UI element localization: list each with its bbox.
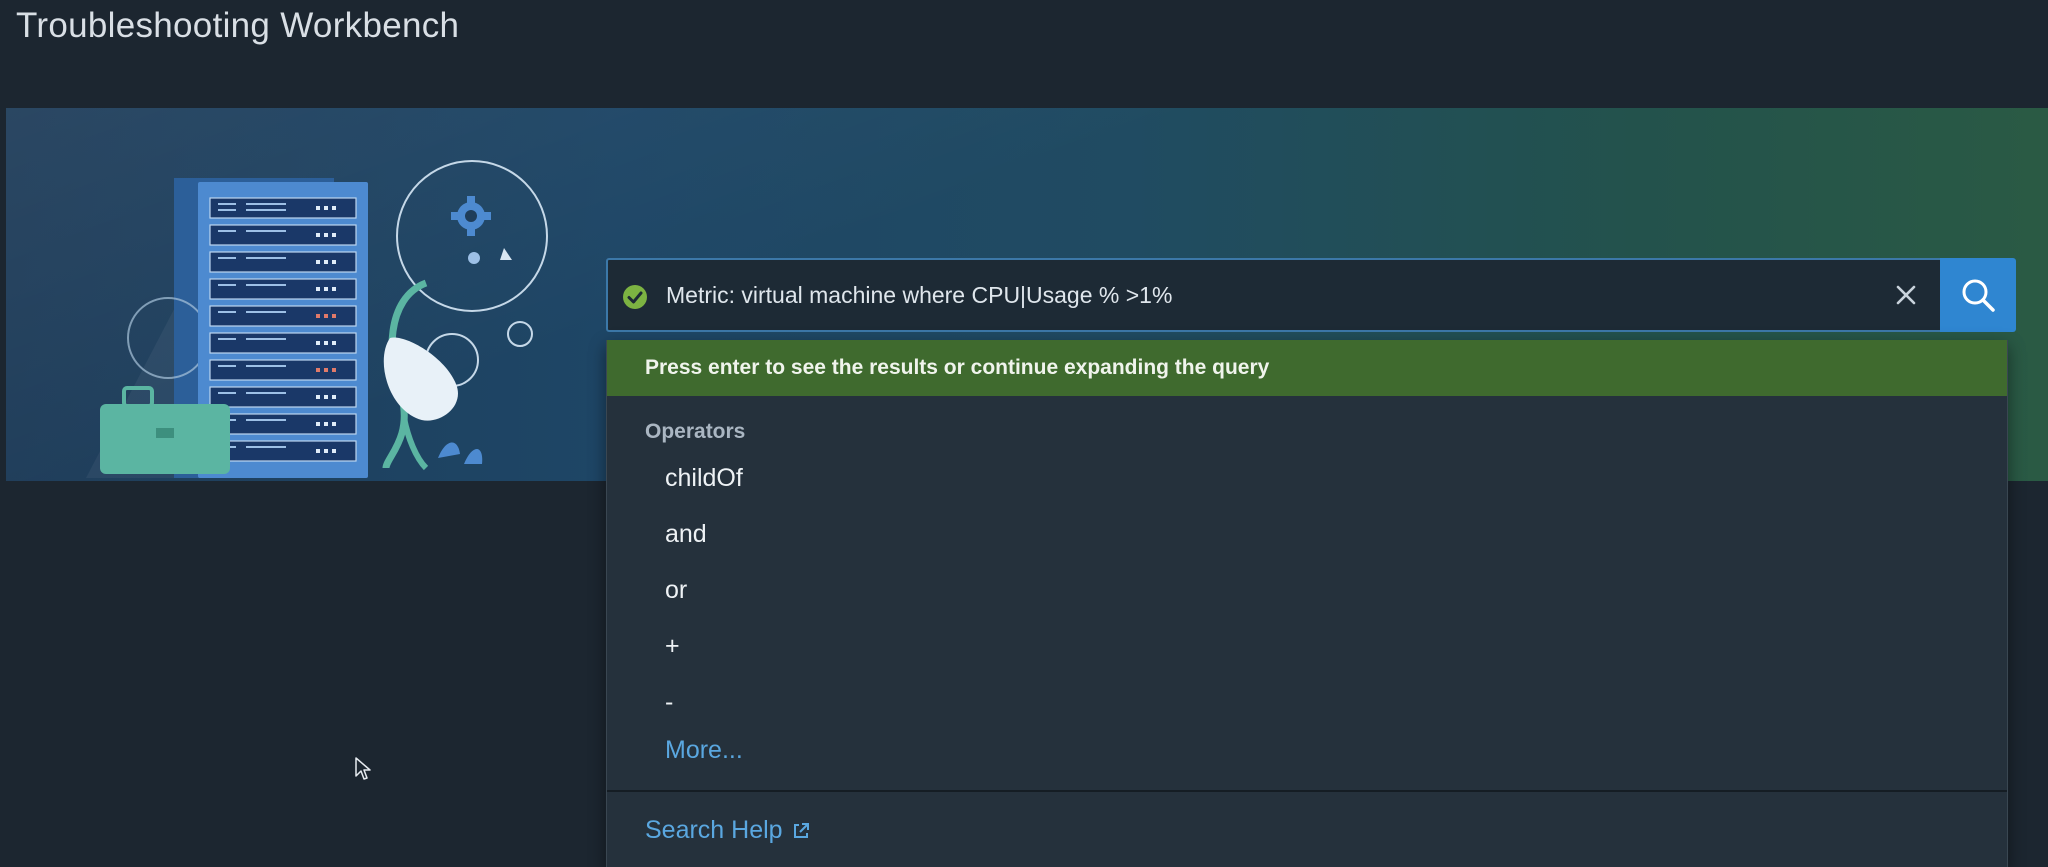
datacenter-illustration	[86, 160, 548, 478]
check-circle-icon	[623, 285, 647, 309]
operators-header: Operators	[645, 420, 746, 443]
search-input[interactable]	[658, 260, 1878, 330]
search-button[interactable]	[1940, 258, 2016, 332]
operator-item-and[interactable]: and	[607, 506, 2007, 562]
page-title: Troubleshooting Workbench	[16, 6, 460, 45]
search-help-label: Search Help	[645, 816, 783, 844]
dropdown-divider	[607, 790, 2007, 792]
clear-search-button[interactable]	[1886, 275, 1926, 315]
search-bar	[606, 258, 2016, 332]
search-help-link[interactable]: Search Help	[645, 816, 811, 845]
query-hint-banner: Press enter to see the results or contin…	[607, 340, 2007, 396]
operator-item-or[interactable]: or	[607, 562, 2007, 618]
mouse-cursor-icon	[355, 757, 371, 780]
more-operators-link[interactable]: More...	[665, 736, 743, 765]
close-icon	[1896, 285, 1916, 305]
operator-item-minus[interactable]: -	[607, 674, 2007, 730]
search-icon	[1962, 279, 1995, 312]
search-suggestions-dropdown: Press enter to see the results or contin…	[606, 340, 2008, 867]
operator-item-plus[interactable]: +	[607, 618, 2007, 674]
operator-list: childOf and or + -	[607, 450, 2007, 730]
external-link-icon	[793, 822, 809, 838]
operator-item-childof[interactable]: childOf	[607, 450, 2007, 506]
